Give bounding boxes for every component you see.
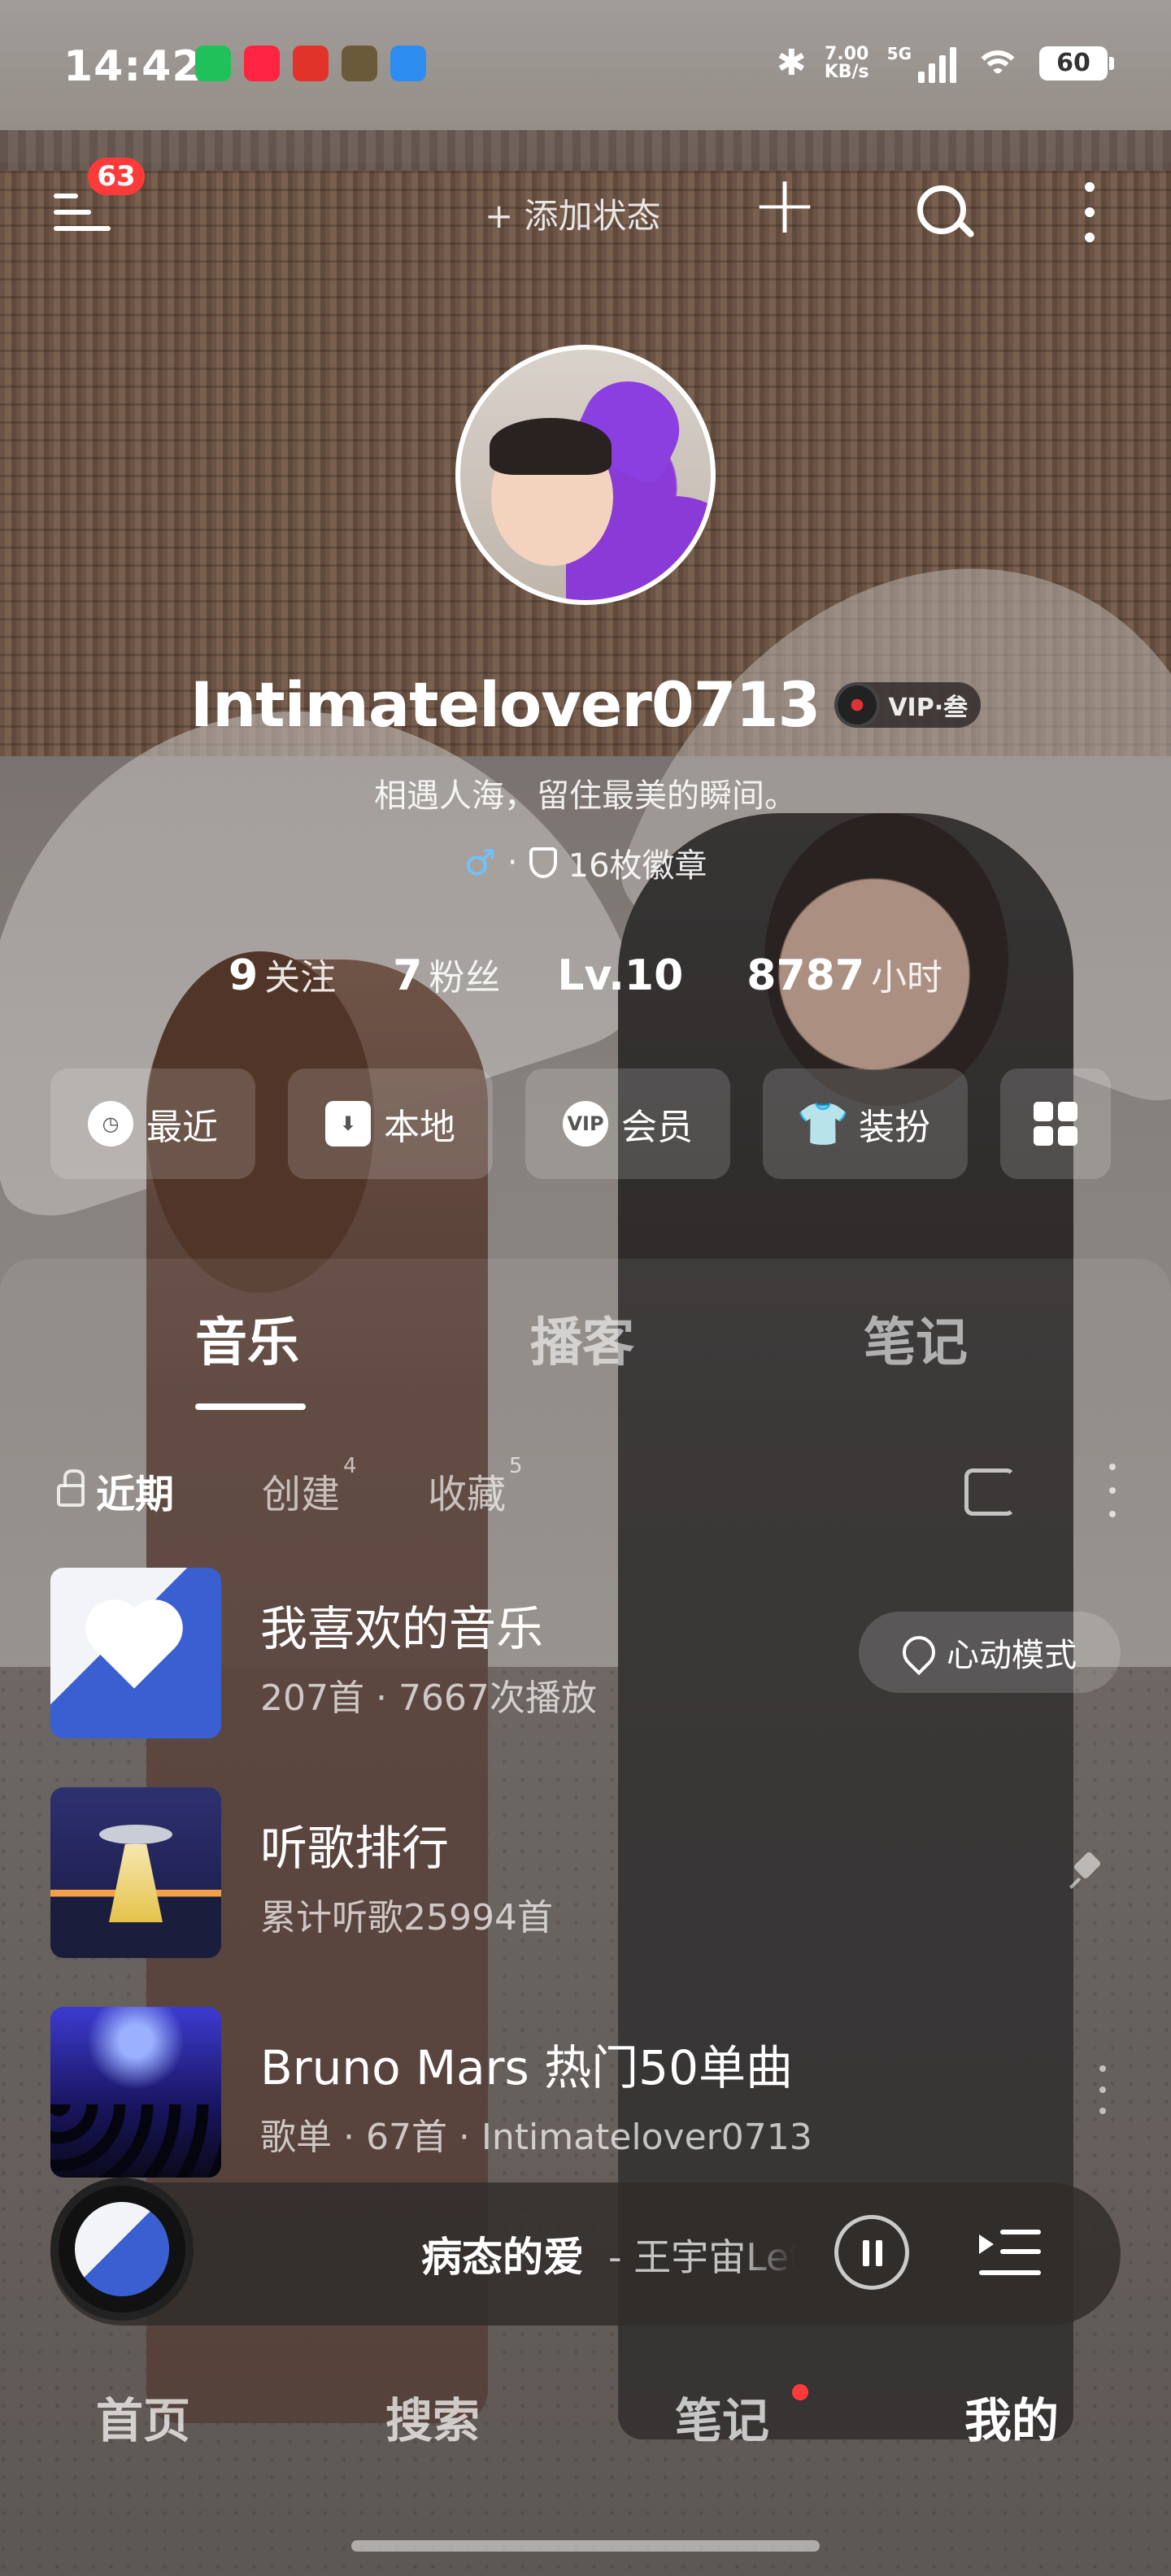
app-icon-game bbox=[342, 46, 377, 81]
clock-icon: ◷ bbox=[88, 1101, 133, 1147]
playlist-item-bruno-mars[interactable]: Bruno Mars 热门50单曲 歌单 · 67首 · Intimatelov… bbox=[50, 2007, 1121, 2178]
lock-icon bbox=[57, 1469, 85, 1507]
playlist-cover bbox=[50, 2007, 221, 2178]
playlist-cover bbox=[50, 1568, 221, 1738]
vinyl-icon bbox=[834, 681, 881, 728]
avatar[interactable] bbox=[455, 345, 716, 605]
stat-following[interactable]: 9 关注 bbox=[229, 948, 336, 1000]
add-status-button[interactable]: + 添加状态 bbox=[485, 189, 661, 238]
stat-followers[interactable]: 7 粉丝 bbox=[393, 948, 500, 1000]
content-tabs: 音乐 播客 笔记 bbox=[0, 1301, 1171, 1415]
tab-podcast[interactable]: 播客 bbox=[530, 1301, 634, 1376]
playlist-subtitle: 累计听歌25994首 bbox=[260, 1897, 553, 1939]
xiaohongshu-icon bbox=[244, 46, 280, 81]
net-speed: 7.00 KB/s bbox=[824, 43, 869, 82]
subtab-created[interactable]: 创建 4 bbox=[262, 1454, 357, 1519]
vip-member-button[interactable]: VIP 会员 bbox=[525, 1068, 730, 1179]
nav-home[interactable]: 首页 bbox=[96, 2382, 190, 2451]
username[interactable]: Intimatelover0713 bbox=[190, 668, 821, 741]
vip-icon: VIP bbox=[563, 1101, 608, 1147]
download-icon: ⬇ bbox=[325, 1101, 371, 1147]
tab-notes[interactable]: 笔记 bbox=[864, 1301, 968, 1376]
status-bar: 14:42 ✱ 7.00 KB/s 5G 60 bbox=[0, 0, 1171, 130]
notification-badge: 63 bbox=[88, 158, 145, 195]
heartbeat-mode-button[interactable]: 心动模式 bbox=[859, 1612, 1121, 1693]
stat-listen-hours[interactable]: 8787 小时 bbox=[747, 948, 942, 1000]
app-icon-red bbox=[293, 46, 329, 81]
pause-button[interactable] bbox=[834, 2215, 909, 2290]
heart-spark-icon bbox=[895, 1629, 942, 1676]
search-icon[interactable] bbox=[911, 179, 976, 244]
tab-music[interactable]: 音乐 bbox=[195, 1301, 299, 1376]
wechat-icon bbox=[195, 46, 231, 81]
network-type: 5G bbox=[886, 43, 912, 63]
subtab-more-icon[interactable] bbox=[1104, 1464, 1121, 1517]
username-row: Intimatelover0713 VIP·叁 bbox=[0, 668, 1171, 741]
signal-icon bbox=[918, 44, 956, 83]
playlist-item-liked[interactable]: 我喜欢的音乐 207首 · 7667次播放 心动模式 bbox=[50, 1568, 1121, 1738]
recent-button[interactable]: ◷ 最近 bbox=[50, 1068, 255, 1179]
playlist-queue-icon[interactable] bbox=[979, 2225, 1041, 2282]
wifi-icon bbox=[974, 46, 1021, 81]
badge-shield-icon bbox=[529, 847, 557, 878]
browser-icon bbox=[390, 46, 426, 81]
dress-up-button[interactable]: 👕 装扮 bbox=[763, 1068, 968, 1179]
vip-label: VIP·叁 bbox=[888, 693, 969, 722]
quick-actions: ◷ 最近 ⬇ 本地 VIP 会员 👕 装扮 bbox=[50, 1068, 1121, 1179]
album-disc[interactable] bbox=[50, 2178, 194, 2321]
import-icon[interactable] bbox=[964, 1469, 1015, 1516]
tab-indicator bbox=[195, 1403, 306, 1410]
battery-icon: 60 bbox=[1039, 46, 1114, 80]
vip-badge[interactable]: VIP·叁 bbox=[834, 681, 982, 728]
badges-link[interactable]: 16枚徽章 bbox=[568, 839, 707, 886]
playlist-subtitle: 歌单 · 67首 · Intimatelover0713 bbox=[260, 2117, 812, 2158]
playlist-more-icon[interactable] bbox=[1095, 2065, 1111, 2114]
stat-level[interactable]: Lv.10 bbox=[557, 951, 690, 1000]
nav-search[interactable]: 搜索 bbox=[385, 2382, 480, 2451]
notes-unread-dot bbox=[792, 2384, 808, 2400]
grid-icon bbox=[1034, 1102, 1077, 1146]
nav-mine[interactable]: 我的 bbox=[964, 2382, 1059, 2451]
home-indicator[interactable] bbox=[351, 2540, 820, 2552]
playlist-subtabs: 近期 创建 4 收藏 5 bbox=[57, 1454, 1116, 1519]
bluetooth-icon: ✱ bbox=[776, 42, 807, 84]
playlist-title: Bruno Mars 热门50单曲 bbox=[260, 2040, 793, 2095]
subtab-collected[interactable]: 收藏 5 bbox=[428, 1454, 523, 1519]
status-time: 14:42 bbox=[63, 42, 202, 91]
status-indicators: ✱ 7.00 KB/s 5G 60 bbox=[776, 42, 1114, 84]
top-bar: 63 + 添加状态 + bbox=[0, 154, 1171, 268]
notification-app-icons bbox=[195, 46, 426, 81]
shirt-icon: 👕 bbox=[796, 1099, 850, 1149]
pin-icon[interactable] bbox=[1070, 1854, 1103, 1886]
playlist-cover bbox=[50, 1787, 221, 1958]
mini-player[interactable]: 病态的爱 - 王宇宙Leto bbox=[50, 2178, 1121, 2326]
playlist-title: 听歌排行 bbox=[260, 1821, 450, 1876]
profile-meta: ♂ · 16枚徽章 bbox=[0, 839, 1171, 886]
male-icon: ♂ bbox=[464, 842, 496, 884]
subtab-recent[interactable]: 近期 bbox=[96, 1462, 174, 1519]
now-playing-title: 病态的爱 bbox=[421, 2234, 584, 2281]
more-apps-button[interactable] bbox=[1000, 1068, 1111, 1179]
local-button[interactable]: ⬇ 本地 bbox=[288, 1068, 493, 1179]
signature[interactable]: 相遇人海，留住最美的瞬间。 bbox=[0, 769, 1171, 816]
bottom-nav: 首页 搜索 笔记 我的 bbox=[0, 2342, 1171, 2496]
plus-icon[interactable]: + bbox=[748, 164, 821, 246]
playlist-item-ranking[interactable]: 听歌排行 累计听歌25994首 bbox=[50, 1787, 1121, 1958]
profile-stats: 9 关注 7 粉丝 Lv.10 8787 小时 bbox=[0, 948, 1171, 1000]
more-icon[interactable] bbox=[1065, 176, 1114, 249]
playlist-title: 我喜欢的音乐 bbox=[260, 1601, 544, 1656]
nav-notes[interactable]: 笔记 bbox=[675, 2382, 769, 2451]
now-playing-artist: - 王宇宙Leto bbox=[608, 2235, 795, 2279]
meta-separator: · bbox=[507, 844, 518, 881]
playlist-subtitle: 207首 · 7667次播放 bbox=[260, 1677, 597, 1719]
